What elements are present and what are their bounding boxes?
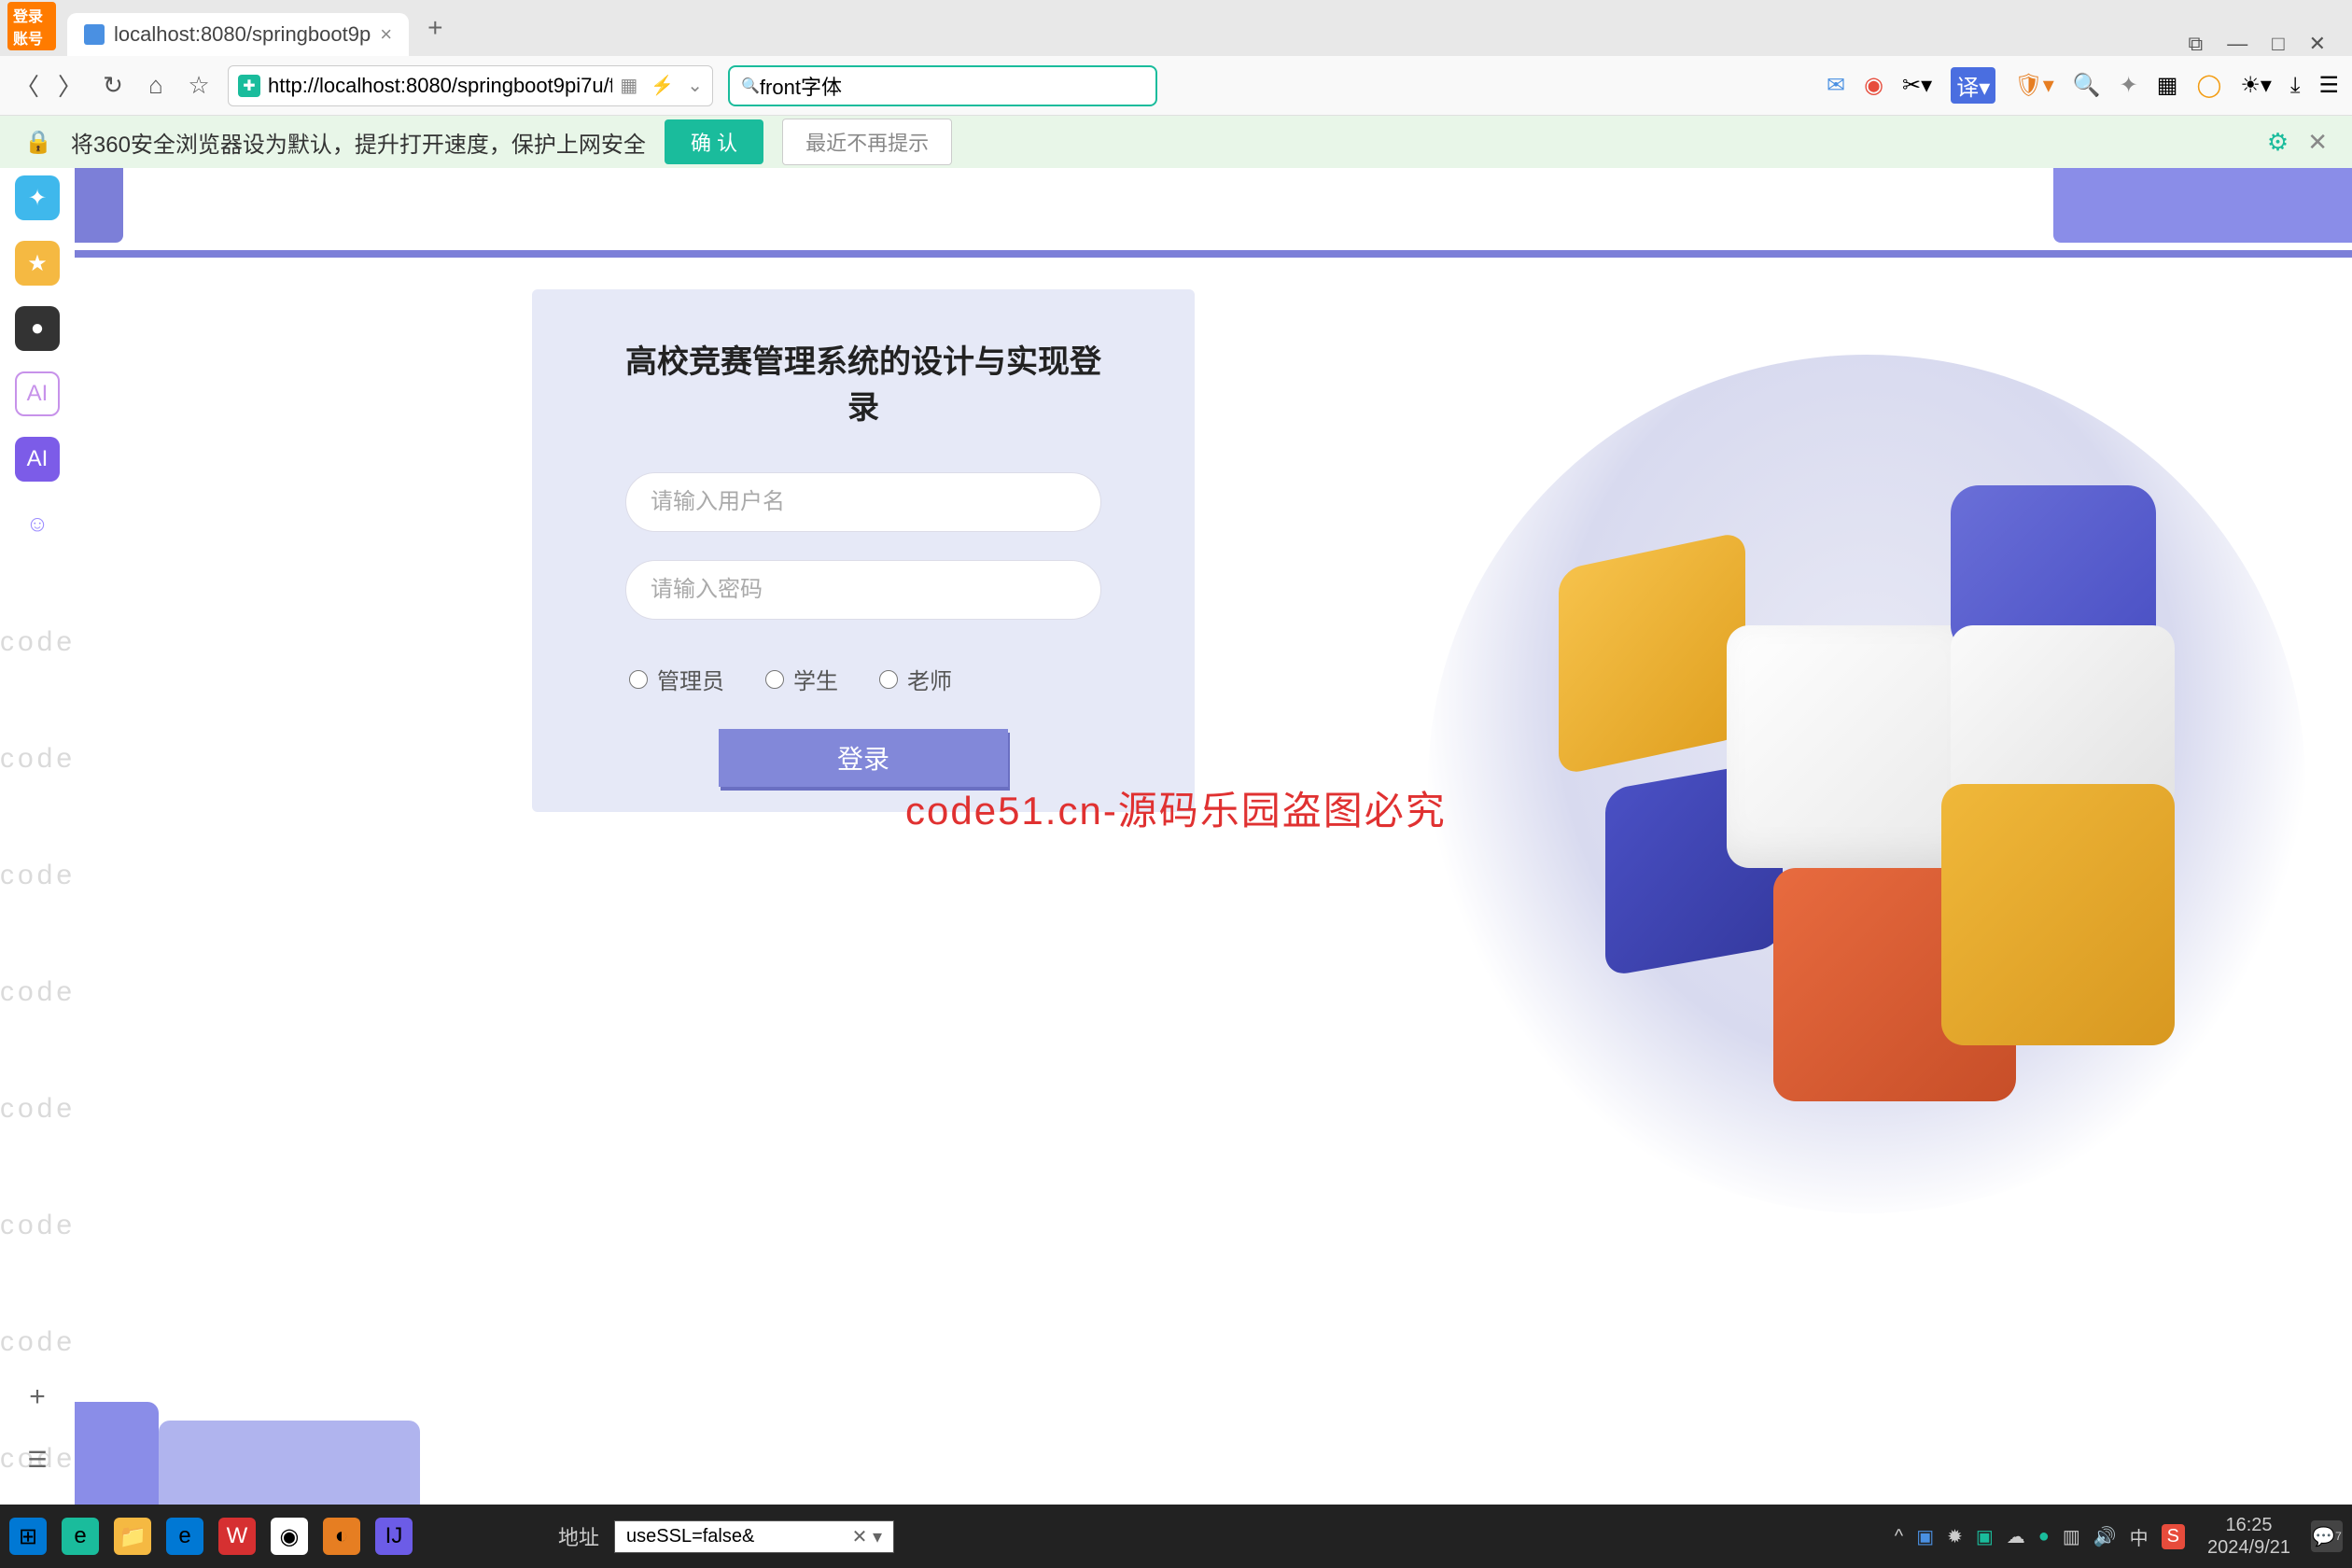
taskbar-edge-icon[interactable]: e (166, 1518, 203, 1555)
forward-button[interactable]: 〉 (56, 68, 84, 103)
notification-bar: 🔒 将360安全浏览器设为默认，提升打开速度，保护上网安全 确 认 最近不再提示… (0, 116, 2352, 168)
page-content: 高校竞赛管理系统的设计与实现登录 管理员 学生 老师 登录 (75, 168, 2352, 1505)
tray-sogou-icon[interactable]: S (2162, 1524, 2185, 1549)
browser-chrome: e 登录账号 localhost:8080/springboot9p × + ⧉… (0, 0, 2352, 168)
tray-icon-1[interactable]: ▣ (1916, 1525, 1934, 1548)
theme-icon[interactable]: ☀▾ (2240, 72, 2272, 99)
taskbar-wps-icon[interactable]: W (218, 1518, 256, 1555)
tray-icon-2[interactable]: ✹ (1947, 1525, 1963, 1548)
browser-tab[interactable]: localhost:8080/springboot9p × (67, 13, 409, 56)
home-button[interactable]: ⌂ (142, 71, 170, 100)
hero-illustration (1503, 429, 2231, 1139)
tray-up-icon[interactable]: ^ (1895, 1526, 1903, 1547)
search-input[interactable] (760, 74, 1144, 98)
sidebar-list-button[interactable]: ☰ (15, 1447, 60, 1474)
taskbar-address-label: 地址 (558, 1521, 599, 1551)
tray-icon-5[interactable]: ● (2038, 1526, 2050, 1547)
sidebar-item-4[interactable]: AI (15, 371, 60, 416)
download-icon[interactable]: ⤓ (2290, 73, 2301, 99)
tray-icon-3[interactable]: ▣ (1976, 1525, 1994, 1548)
watermark-red: code51.cn-源码乐园盗图必究 (905, 779, 1447, 836)
flash-icon[interactable]: ⚡ (651, 74, 674, 97)
start-button[interactable]: ⊞ (9, 1518, 47, 1555)
left-sidebar: ✦ ★ ● AI AI ☺ + ☰ (0, 168, 75, 547)
system-tray: ^ ▣ ✹ ▣ ☁ ● ▥ 🔊 中 S 16:25 2024/9/21 💬7 (1895, 1514, 2343, 1559)
scissors-icon[interactable]: ✂▾ (1902, 72, 1932, 99)
tray-clock[interactable]: 16:25 2024/9/21 (2207, 1514, 2290, 1559)
sidebar-item-1[interactable]: ✦ (15, 175, 60, 220)
login-card: 高校竞赛管理系统的设计与实现登录 管理员 学生 老师 登录 (532, 289, 1195, 812)
taskbar-address-input[interactable]: useSSL=false&✕ ▾ (614, 1520, 894, 1553)
grid-icon[interactable]: ▦ (2157, 72, 2178, 99)
shield-icon[interactable]: 🛡▾ (2014, 72, 2054, 99)
taskbar-app-icon[interactable]: ◐ (323, 1518, 360, 1555)
search-toolbar-icon[interactable]: 🔍 (2073, 72, 2101, 99)
address-bar: 〈 〉 ↻ ⌂ ☆ ✚ ▦ ⚡ ⌄ 🔍 ✉ ◉ ✂▾ 译▾ 🛡▾ 🔍 ✦ ▦ (0, 56, 2352, 116)
tab-strip: e 登录账号 localhost:8080/springboot9p × + ⧉… (0, 0, 2352, 56)
search-icon: 🔍 (741, 77, 760, 95)
reload-button[interactable]: ↻ (99, 71, 127, 100)
confirm-button[interactable]: 确 认 (665, 119, 763, 164)
tray-ime[interactable]: 中 (2130, 1523, 2149, 1550)
role-radio-group: 管理员 学生 老师 (625, 648, 1101, 729)
role-admin[interactable]: 管理员 (629, 663, 724, 695)
security-shield-icon: ✚ (238, 75, 260, 97)
windows-taskbar: ⊞ e 📁 e W ◉ ◐ IJ 地址 useSSL=false&✕ ▾ ^ ▣… (0, 1505, 2352, 1568)
decorative-strip (75, 168, 2352, 243)
browser-logo[interactable]: e 登录账号 (11, 6, 56, 50)
translate-icon[interactable]: 译▾ (1951, 67, 1995, 104)
window-controls: ⧉ — □ ✕ (2189, 32, 2352, 56)
taskbar-browser-icon[interactable]: e (62, 1518, 99, 1555)
pin-icon[interactable]: ⧉ (2189, 32, 2204, 56)
sidebar-item-2[interactable]: ★ (15, 241, 60, 286)
close-window-icon[interactable]: ✕ (2309, 32, 2326, 56)
new-tab-button[interactable]: + (409, 0, 461, 56)
tray-volume-icon[interactable]: 🔊 (2093, 1525, 2117, 1548)
weibo-icon[interactable]: ◉ (1864, 72, 1883, 99)
login-submit-button[interactable]: 登录 (719, 729, 1008, 787)
toolbar-icons: ✉ ◉ ✂▾ 译▾ 🛡▾ 🔍 ✦ ▦ ◯ ☀▾ ⤓ ☰ (1827, 67, 2339, 104)
gear-icon[interactable]: ⚙ (2267, 128, 2289, 157)
close-notification-icon[interactable]: ✕ (2307, 128, 2328, 157)
mail-icon[interactable]: ✉ (1827, 72, 1845, 99)
extension-icon[interactable]: ✦ (2120, 72, 2138, 99)
qr-icon[interactable]: ▦ (620, 74, 637, 97)
profile-icon[interactable]: ◯ (2196, 72, 2221, 99)
tray-icon-4[interactable]: ☁ (2007, 1525, 2025, 1548)
tray-notification-icon[interactable]: 💬7 (2311, 1520, 2343, 1552)
sidebar-add-button[interactable]: + (15, 1381, 60, 1413)
menu-icon[interactable]: ☰ (2318, 72, 2339, 99)
minimize-icon[interactable]: — (2227, 32, 2247, 56)
maximize-icon[interactable]: □ (2272, 32, 2284, 56)
tab-close-icon[interactable]: × (380, 22, 392, 47)
tab-title: localhost:8080/springboot9p (114, 22, 371, 47)
lock-icon: 🔒 (24, 129, 52, 156)
sidebar-item-6[interactable]: ☺ (15, 502, 60, 547)
decorative-bar (75, 250, 2352, 258)
role-student[interactable]: 学生 (765, 663, 838, 695)
favorite-button[interactable]: ☆ (185, 71, 213, 100)
search-box[interactable]: 🔍 (728, 65, 1157, 106)
login-badge[interactable]: 登录账号 (7, 2, 56, 50)
notification-text: 将360安全浏览器设为默认，提升打开速度，保护上网安全 (71, 126, 646, 159)
tray-icon-6[interactable]: ▥ (2063, 1525, 2080, 1548)
taskbar-explorer-icon[interactable]: 📁 (114, 1518, 151, 1555)
sidebar-item-5[interactable]: AI (15, 437, 60, 482)
dismiss-button[interactable]: 最近不再提示 (782, 119, 952, 165)
username-input[interactable] (625, 472, 1101, 532)
url-input[interactable] (268, 74, 612, 98)
dropdown-icon[interactable]: ⌄ (687, 74, 703, 97)
role-teacher[interactable]: 老师 (879, 663, 952, 695)
back-button[interactable]: 〈 (13, 68, 41, 103)
taskbar-chrome-icon[interactable]: ◉ (271, 1518, 308, 1555)
decorative-bottom (75, 1402, 541, 1505)
url-input-box[interactable]: ✚ ▦ ⚡ ⌄ (228, 65, 713, 106)
login-title: 高校竞赛管理系统的设计与实现登录 (625, 336, 1101, 427)
taskbar-ide-icon[interactable]: IJ (375, 1518, 413, 1555)
password-input[interactable] (625, 560, 1101, 620)
sidebar-item-3[interactable]: ● (15, 306, 60, 351)
tab-favicon (84, 24, 105, 45)
